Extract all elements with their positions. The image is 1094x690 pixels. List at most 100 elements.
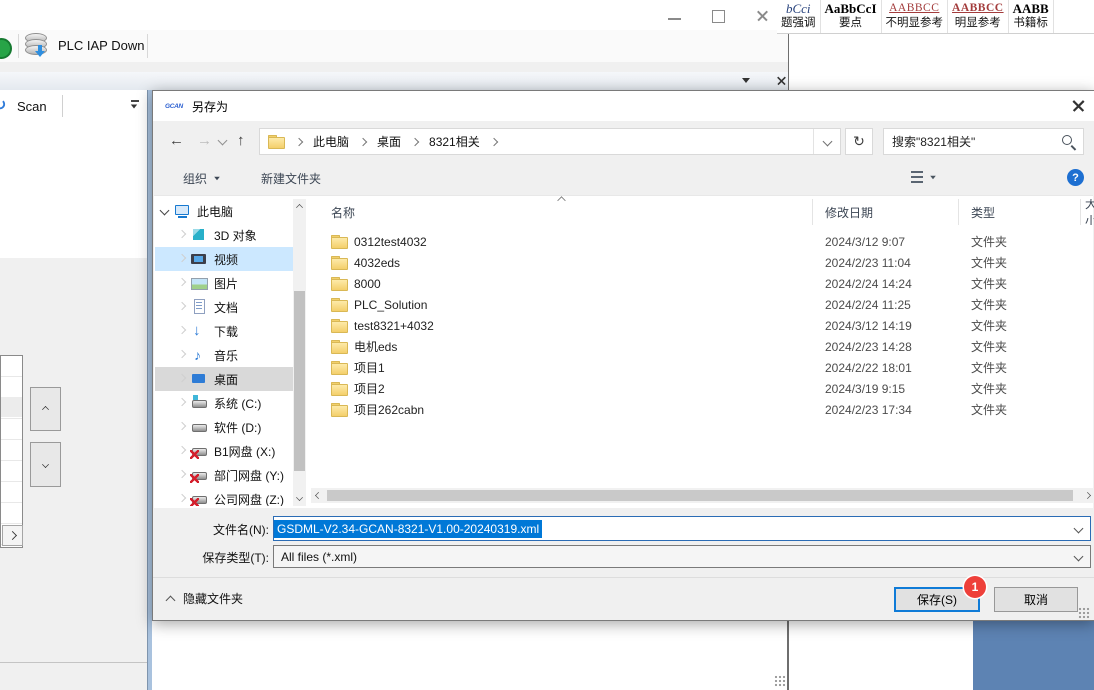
dialog-resize-grip[interactable]: [1078, 607, 1090, 619]
file-name[interactable]: 电机eds: [354, 338, 397, 355]
file-row[interactable]: 0312test4032 2024/3/12 9:07 文件夹: [311, 231, 1094, 252]
search-input[interactable]: 搜索"8321相关": [883, 128, 1084, 155]
tree-item-label[interactable]: 音乐: [214, 347, 238, 364]
tree-expand-icon[interactable]: [178, 278, 186, 286]
file-name-cell[interactable]: test8321+4032: [311, 319, 813, 333]
minimize-icon[interactable]: [668, 18, 681, 20]
tree-item[interactable]: B1网盘 (X:): [155, 439, 293, 463]
file-name[interactable]: test8321+4032: [354, 319, 434, 333]
new-folder-button[interactable]: 新建文件夹: [261, 170, 321, 187]
tree-expand-icon[interactable]: [178, 230, 186, 238]
column-header-name[interactable]: 名称: [311, 199, 813, 225]
savetype-dropdown-icon[interactable]: [1074, 552, 1084, 562]
style-gallery-item[interactable]: bCci 题强调: [777, 0, 821, 33]
tree-expand-icon[interactable]: [178, 326, 186, 334]
column-header-type[interactable]: 类型: [959, 199, 1081, 225]
style-gallery-item[interactable]: AABBCC 不明显参考: [882, 0, 949, 33]
back-icon[interactable]: ←: [169, 132, 184, 150]
tree-item[interactable]: 3D 对象: [155, 223, 293, 247]
savetype-select[interactable]: All files (*.xml): [273, 545, 1091, 568]
filename-dropdown-icon[interactable]: [1074, 524, 1084, 534]
file-name[interactable]: 项目262cabn: [354, 401, 424, 418]
style-gallery-item[interactable]: AABB 书籍标: [1009, 0, 1054, 33]
file-row[interactable]: test8321+4032 2024/3/12 14:19 文件夹: [311, 315, 1094, 336]
file-row[interactable]: PLC_Solution 2024/2/24 11:25 文件夹: [311, 294, 1094, 315]
tree-expand-icon[interactable]: [178, 254, 186, 262]
scroll-right-icon[interactable]: [1084, 492, 1091, 499]
tree-item-label[interactable]: 下载: [214, 323, 238, 340]
scan-tab[interactable]: Scan: [17, 99, 47, 114]
tree-expand-icon[interactable]: [178, 422, 186, 430]
up-icon[interactable]: ↑: [237, 132, 245, 150]
tree-scrollbar[interactable]: [293, 199, 306, 506]
tree-item[interactable]: 部门网盘 (Y:): [155, 463, 293, 487]
tree-item-label[interactable]: 软件 (D:): [214, 419, 261, 436]
tree-item-label[interactable]: 公司网盘 (Z:): [214, 491, 284, 507]
tree-expand-icon[interactable]: [178, 302, 186, 310]
tree-item[interactable]: 视频: [155, 247, 293, 271]
file-name[interactable]: 4032eds: [354, 256, 400, 270]
scrollbar-thumb[interactable]: [327, 490, 1073, 501]
tree-item-label[interactable]: 系统 (C:): [214, 395, 261, 412]
tree-item[interactable]: 桌面: [155, 367, 293, 391]
breadcrumb-chevron-icon[interactable]: [359, 137, 367, 145]
tree-item[interactable]: 此电脑: [155, 199, 293, 223]
file-name-cell[interactable]: 电机eds: [311, 338, 813, 355]
tree-item[interactable]: 音乐: [155, 343, 293, 367]
breadcrumb-label[interactable]: 此电脑: [309, 133, 353, 150]
refresh-icon[interactable]: ↻: [0, 95, 6, 115]
file-name[interactable]: 0312test4032: [354, 235, 427, 249]
file-name[interactable]: 项目1: [354, 359, 385, 376]
refresh-button[interactable]: ↻: [845, 128, 873, 155]
tree-expand-icon[interactable]: [178, 446, 186, 454]
cancel-button[interactable]: 取消: [994, 587, 1078, 612]
style-gallery-item[interactable]: AABBCC 明显参考: [948, 0, 1009, 33]
panel-close-icon[interactable]: [777, 76, 786, 85]
file-row[interactable]: 电机eds 2024/2/23 14:28 文件夹: [311, 336, 1094, 357]
address-bar[interactable]: 此电脑 桌面 8321相关: [259, 128, 841, 155]
tree-item-label[interactable]: 文档: [214, 299, 238, 316]
tree-expand-icon[interactable]: [178, 398, 186, 406]
tree-item[interactable]: 系统 (C:): [155, 391, 293, 415]
breadcrumb-chevron-icon[interactable]: [489, 137, 497, 145]
column-header-date[interactable]: 修改日期: [813, 199, 959, 225]
move-up-button[interactable]: [30, 387, 61, 431]
scroll-down-icon[interactable]: [296, 494, 303, 501]
breadcrumb-item[interactable]: 8321相关: [425, 133, 504, 150]
tree-item-label[interactable]: 桌面: [214, 371, 238, 388]
tree-item-label[interactable]: 3D 对象: [214, 227, 257, 244]
tree-item[interactable]: 文档: [155, 295, 293, 319]
close-icon[interactable]: [757, 10, 768, 21]
tree-item-label[interactable]: 此电脑: [197, 203, 233, 220]
file-row[interactable]: 8000 2024/2/24 14:24 文件夹: [311, 273, 1094, 294]
file-name-cell[interactable]: 4032eds: [311, 256, 813, 270]
tree-expand-icon[interactable]: [178, 470, 186, 478]
file-row[interactable]: 项目262cabn 2024/2/23 17:34 文件夹: [311, 399, 1094, 420]
plc-iap-down-button[interactable]: PLC IAP Down: [58, 38, 144, 53]
breadcrumb-item[interactable]: 桌面: [373, 133, 425, 150]
breadcrumb-item[interactable]: 此电脑: [309, 133, 373, 150]
file-name-cell[interactable]: 项目1: [311, 359, 813, 376]
file-name[interactable]: PLC_Solution: [354, 298, 427, 312]
tree-item-label[interactable]: 图片: [214, 275, 238, 292]
move-down-button[interactable]: [30, 442, 61, 487]
file-name-cell[interactable]: 项目262cabn: [311, 401, 813, 418]
tree-item[interactable]: 下载: [155, 319, 293, 343]
resize-grip[interactable]: [774, 675, 786, 687]
tree-expand-icon[interactable]: [178, 374, 186, 382]
panel-dropdown-icon[interactable]: [742, 78, 750, 83]
file-name-cell[interactable]: PLC_Solution: [311, 298, 813, 312]
dialog-titlebar[interactable]: GCAN 另存为: [153, 91, 1094, 121]
expand-button[interactable]: [2, 525, 23, 546]
tree-expand-icon[interactable]: [160, 205, 170, 215]
tree-item[interactable]: 图片: [155, 271, 293, 295]
file-name-cell[interactable]: 8000: [311, 277, 813, 291]
breadcrumb-label[interactable]: 桌面: [373, 133, 405, 150]
file-name-cell[interactable]: 0312test4032: [311, 235, 813, 249]
tree-item-label[interactable]: B1网盘 (X:): [214, 443, 275, 460]
file-name[interactable]: 项目2: [354, 380, 385, 397]
tree-item[interactable]: 软件 (D:): [155, 415, 293, 439]
scrollbar-thumb[interactable]: [294, 291, 305, 471]
history-dropdown-icon[interactable]: [218, 136, 228, 146]
file-name[interactable]: 8000: [354, 277, 381, 291]
